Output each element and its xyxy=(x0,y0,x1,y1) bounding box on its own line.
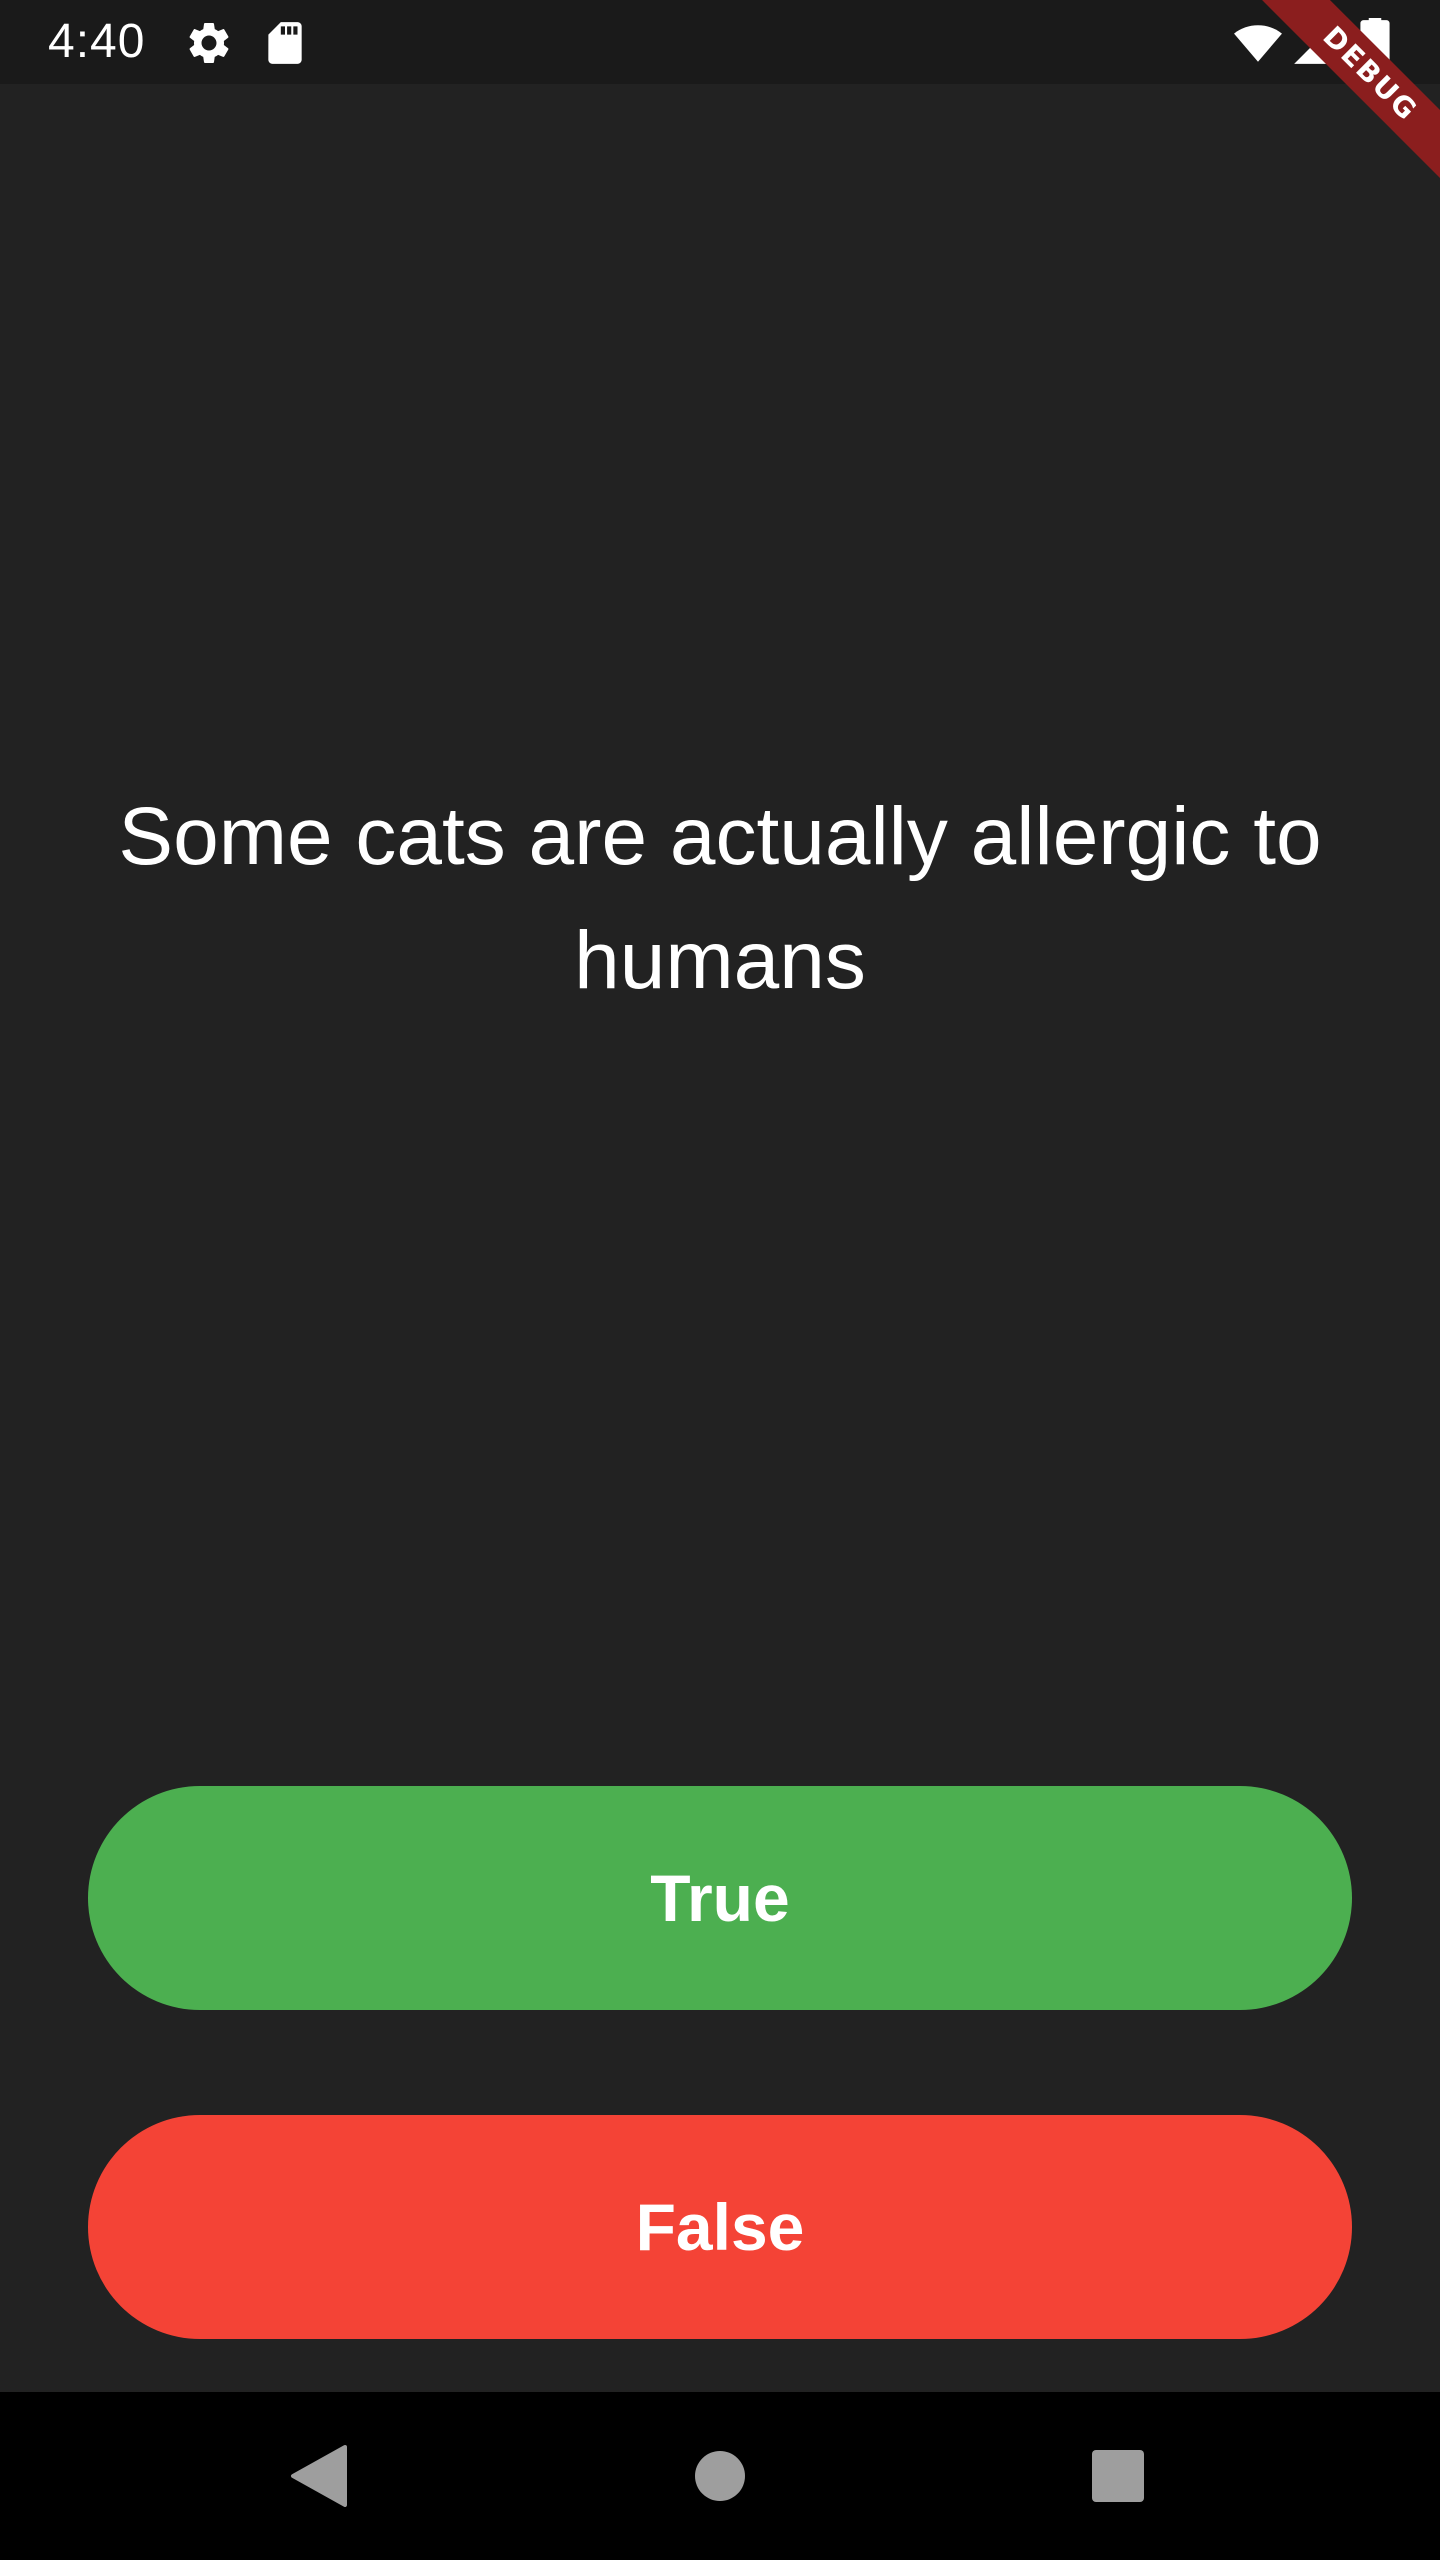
false-button[interactable]: False xyxy=(88,2115,1352,2339)
question-text: Some cats are actually allergic to human… xyxy=(118,791,1322,1006)
home-icon[interactable] xyxy=(680,2436,760,2516)
true-button[interactable]: True xyxy=(88,1786,1352,2010)
true-button-label: True xyxy=(650,1861,790,1935)
status-time: 4:40 xyxy=(48,15,146,68)
sd-card-icon xyxy=(260,18,310,68)
battery-icon xyxy=(1358,18,1392,68)
gear-icon xyxy=(184,18,234,68)
navigation-bar xyxy=(0,2392,1440,2560)
signal-icon xyxy=(1290,18,1340,68)
status-bar: 4:40 xyxy=(0,0,1440,84)
false-button-label: False xyxy=(635,2190,805,2264)
wifi-icon xyxy=(1228,18,1288,68)
recents-icon[interactable] xyxy=(1078,2436,1158,2516)
back-icon[interactable] xyxy=(278,2436,358,2516)
